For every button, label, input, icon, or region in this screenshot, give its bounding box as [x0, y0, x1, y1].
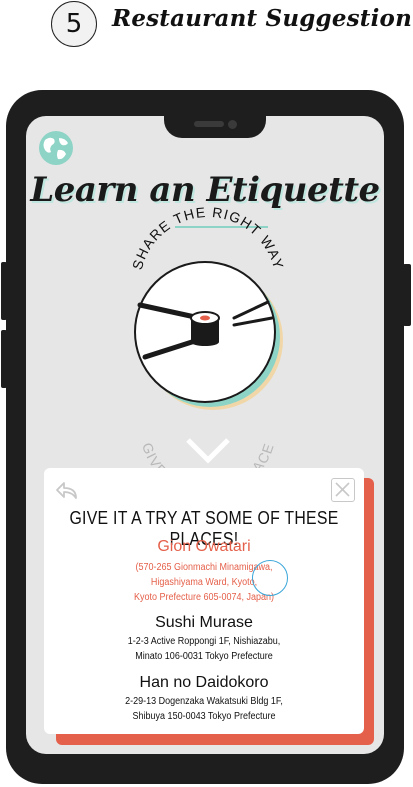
address-line: Higashiyama Ward, Kyoto,: [150, 577, 258, 588]
address-line: 2-29-13 Dogenzaka Wakatsuki Bldg 1F,: [125, 696, 283, 707]
place-name-gion-owatari[interactable]: Gion Owatari: [44, 538, 364, 556]
address-line: (570-265 Gionmachi Minamigawa,: [135, 562, 273, 573]
place-address-han-no-daidokoro: 2-29-13 Dogenzaka Wakatsuki Bldg 1F, Shi…: [60, 694, 348, 724]
address-line: Shibuya 150-0043 Tokyo Prefecture: [132, 711, 276, 722]
place-name-sushi-murase[interactable]: Sushi Murase: [44, 614, 364, 632]
chevron-down-icon: [186, 438, 230, 464]
place-address-sushi-murase: 1-2-3 Active Roppongi 1F, Nishiazabu, Mi…: [60, 634, 348, 664]
place-name-han-no-daidokoro[interactable]: Han no Daidokoro: [44, 674, 364, 692]
address-line: 1-2-3 Active Roppongi 1F, Nishiazabu,: [127, 636, 281, 647]
sushi-icon: [190, 311, 220, 346]
close-icon[interactable]: [331, 478, 355, 502]
tap-cursor-indicator: [252, 560, 288, 596]
back-arrow-icon[interactable]: [54, 478, 80, 502]
address-line: Kyoto Prefecture 605-0074, Japan): [133, 592, 275, 603]
address-line: Minato 106-0031 Tokyo Prefecture: [135, 651, 273, 662]
place-address-gion-owatari: (570-265 Gionmachi Minamigawa, Higashiya…: [60, 560, 348, 605]
